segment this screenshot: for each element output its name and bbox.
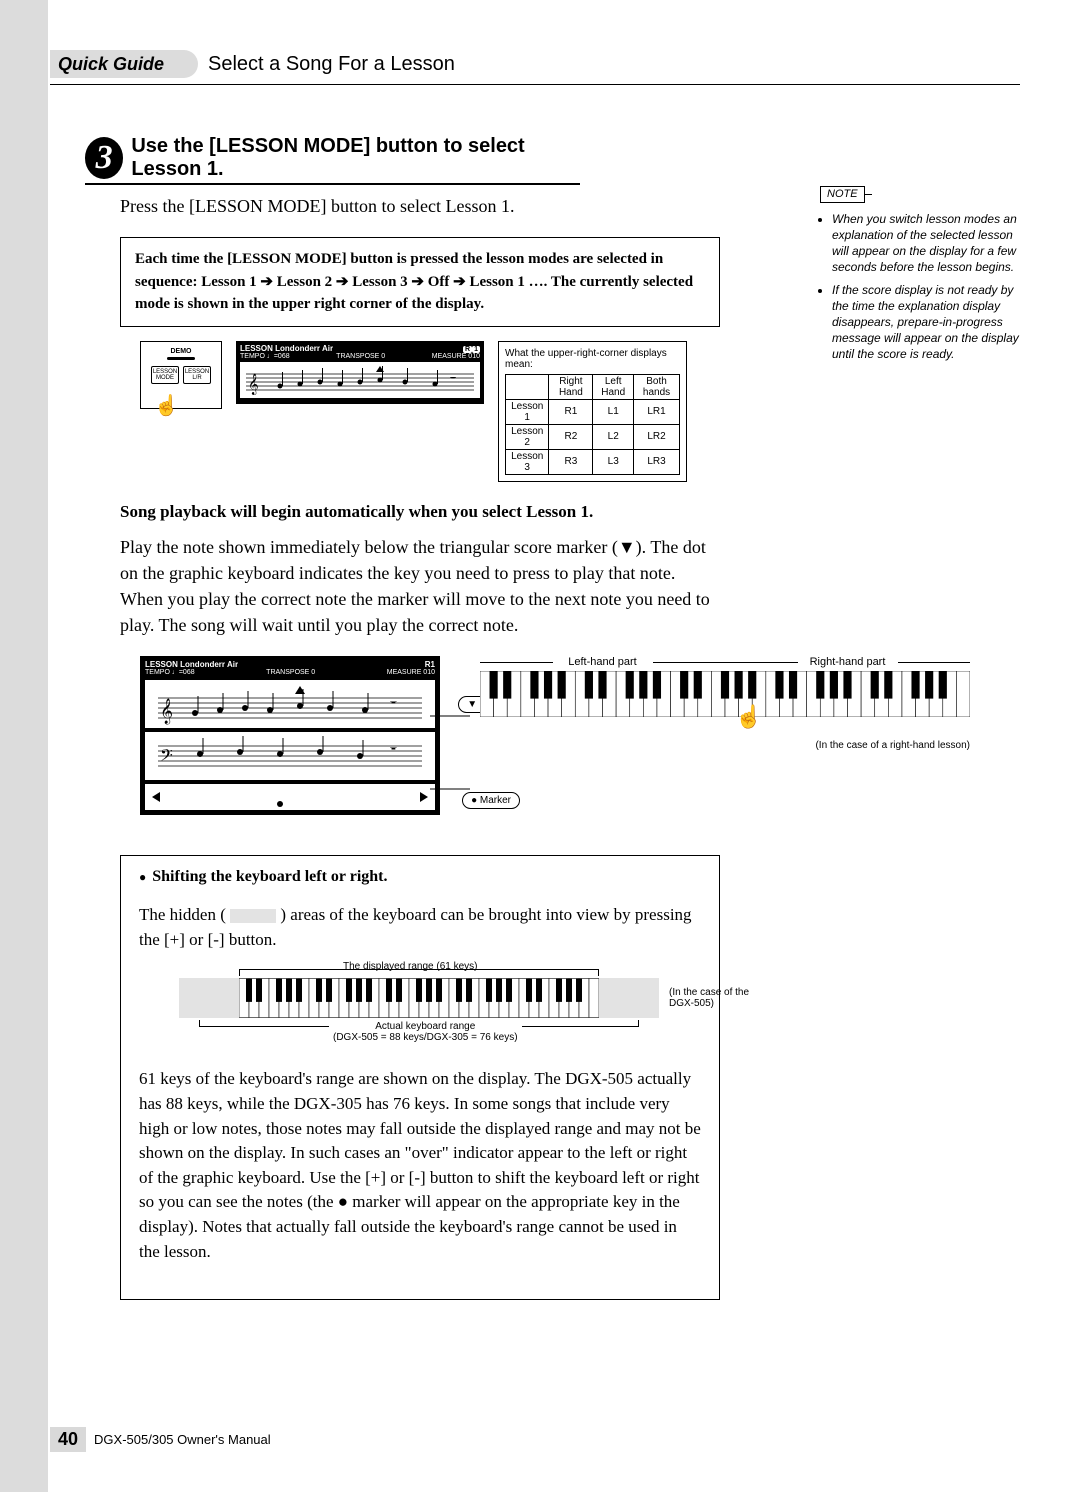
chapter-title: Select a Song For a Lesson (208, 53, 455, 76)
hidden-right-zone (599, 978, 659, 1018)
score-staff-bottom: 𝄢 𝄻 (145, 732, 435, 780)
svg-text:𝄻: 𝄻 (390, 696, 397, 716)
playback-body: Play the note shown immediately below th… (120, 534, 720, 638)
sequence-info: Each time the [LESSON MODE] button is pr… (120, 237, 720, 327)
full-keyboard-figure: Left-hand part Right-hand part ☝ (In the… (480, 656, 970, 751)
svg-text:𝄞: 𝄞 (248, 374, 259, 395)
svg-text:𝄢: 𝄢 (160, 747, 173, 769)
keyboard-range-figure: The displayed range (61 keys) Actual key… (179, 969, 659, 1027)
shift-paragraph: 61 keys of the keyboard's range are show… (139, 1067, 701, 1264)
manual-name: DGX-505/305 Owner's Manual (94, 1432, 271, 1447)
keyboard-shift-box: Shifting the keyboard left or right. The… (120, 855, 720, 1300)
shift-intro: The hidden ( ) areas of the keyboard can… (139, 903, 701, 952)
marker-bot-label: ● Marker (462, 792, 520, 809)
svg-text:𝄻: 𝄻 (390, 742, 397, 762)
score-staff: 𝄞 𝄻 (240, 362, 480, 398)
graphic-keyboard-small (145, 784, 435, 810)
note-label: NOTE (820, 186, 865, 203)
playback-heading: Song playback will begin automatically w… (120, 502, 720, 522)
minitable-caption: What the upper-right-corner displays mea… (505, 348, 680, 370)
tab-label: Quick Guide (58, 54, 164, 75)
step-title: Use the [LESSON MODE] button to select L… (131, 135, 580, 181)
display-codes-table: Right Hand Left Hand Both hands Lesson 1… (505, 374, 680, 475)
piano-keyboard (480, 671, 970, 717)
step-heading: 3 Use the [LESSON MODE] button to select… (85, 135, 580, 185)
display-meaning-box: What the upper-right-corner displays mea… (498, 341, 687, 482)
lcd-display: LESSON Londonderr Air R1 TEMPO ♩=068 TRA… (236, 341, 484, 404)
device-panel: DEMO LESSON MODE LESSON L/R (140, 341, 222, 409)
shift-heading: Shifting the keyboard left or right. (139, 868, 701, 886)
marker-figure: LESSON Londonderr Air R1 TEMPO ♩=068 TRA… (140, 656, 960, 815)
quick-guide-tab: Quick Guide (50, 50, 198, 78)
lesson-mode-button[interactable]: LESSON MODE (151, 366, 179, 384)
page-footer: 40 DGX-505/305 Owner's Manual (50, 1427, 271, 1452)
svg-text:𝄻: 𝄻 (450, 373, 456, 390)
lcd-display-large: LESSON Londonderr Air R1 TEMPO ♩=068 TRA… (140, 656, 440, 815)
dgx505-caption: (In the case of the DGX-505) (669, 987, 769, 1009)
actual-range-label: Actual keyboard range (DGX-505 = 88 keys… (329, 1021, 522, 1043)
score-staff-top: 𝄞 𝄻 (145, 680, 435, 728)
demo-label: DEMO (141, 348, 221, 355)
press-hand-icon: ☝ (154, 393, 179, 418)
note-sidebar: NOTE When you switch lesson modes an exp… (820, 185, 1020, 369)
lesson-mode-figure: DEMO LESSON MODE LESSON L/R ☝ LESSON Lon… (140, 341, 770, 482)
note-list: When you switch lesson modes an explanat… (820, 211, 1020, 363)
page-number: 40 (50, 1427, 86, 1452)
press-hand-icon: ☝ (735, 704, 762, 730)
lesson-lr-button[interactable]: LESSON L/R (183, 366, 211, 384)
left-hand-label: Left-hand part (480, 656, 725, 668)
step-intro: Press the [LESSON MODE] button to select… (120, 193, 720, 219)
gray-margin (0, 0, 48, 1492)
svg-text:𝄞: 𝄞 (160, 698, 173, 724)
displayed-keys (239, 978, 599, 1018)
hidden-left-zone (179, 978, 239, 1018)
chapter-header: Quick Guide Select a Song For a Lesson (50, 50, 1020, 85)
manual-page: Quick Guide Select a Song For a Lesson 3… (0, 0, 1080, 1492)
right-hand-label: Right-hand part (725, 656, 970, 668)
hidden-range-icon (230, 909, 276, 923)
note-item: When you switch lesson modes an explanat… (832, 211, 1020, 276)
rh-lesson-caption: (In the case of a right-hand lesson) (480, 740, 970, 751)
step-number: 3 (85, 137, 123, 179)
note-item: If the score display is not ready by the… (832, 282, 1020, 363)
